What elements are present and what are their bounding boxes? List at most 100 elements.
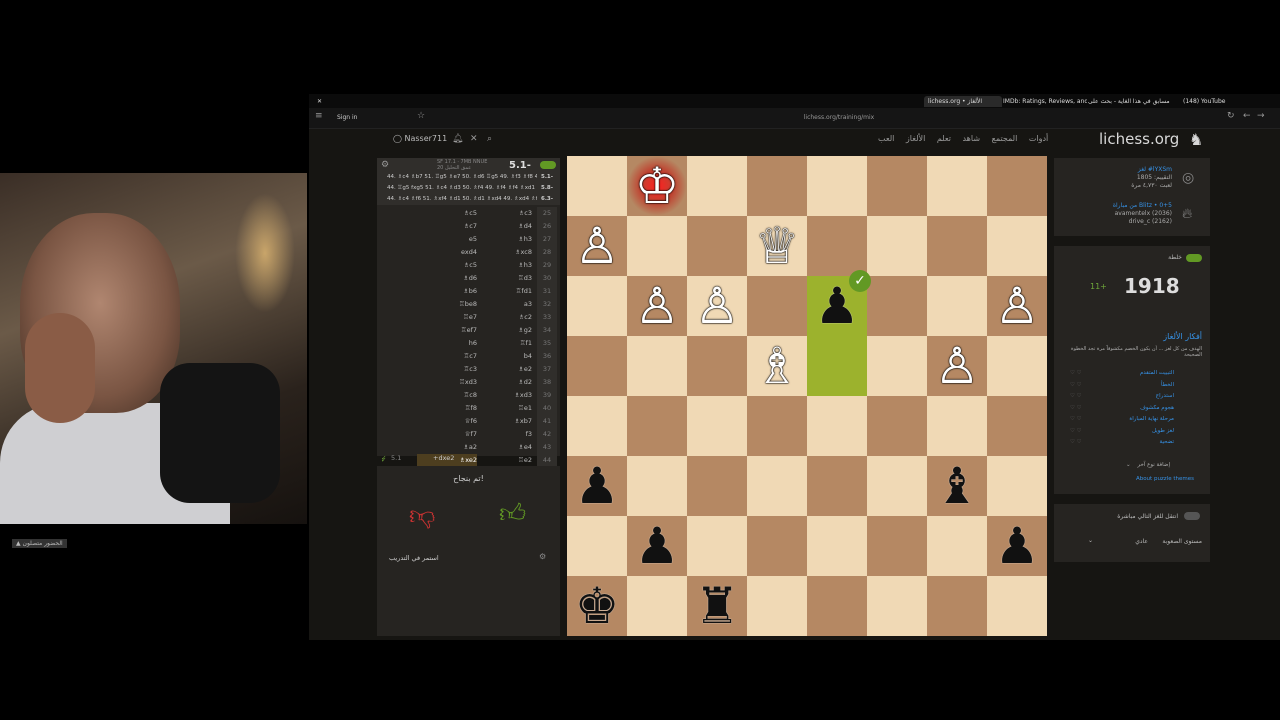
- auto-next-toggle[interactable]: [1184, 512, 1200, 520]
- black-move[interactable]: ♗c3: [477, 207, 532, 220]
- move-row[interactable]: ♖xd3 ♗d2 38: [377, 376, 560, 389]
- square-e1[interactable]: [807, 576, 867, 636]
- close-window-icon[interactable]: ✕: [313, 96, 326, 107]
- move-row[interactable]: ♗d6 ♖d3 30: [377, 272, 560, 285]
- chess-piece-g3[interactable]: ♝: [927, 456, 987, 516]
- puzzle-id[interactable]: لغز #lYXSm: [1138, 166, 1172, 173]
- back-icon[interactable]: ←: [1243, 111, 1251, 121]
- square-g4[interactable]: [927, 396, 987, 456]
- move-row[interactable]: ♕f6 ♗xb7 41: [377, 415, 560, 428]
- white-move[interactable]: ♖f8: [417, 402, 477, 415]
- difficulty-chevron-icon[interactable]: ⌄: [1088, 537, 1093, 544]
- move-row[interactable]: ♗c5 ♗c3 25: [377, 207, 560, 220]
- move-row[interactable]: ♖c8 ♗xd3 39: [377, 389, 560, 402]
- white-move[interactable]: ♖c7: [417, 350, 477, 363]
- white-move[interactable]: ♗c7: [417, 220, 477, 233]
- theme-item[interactable]: مرحلة نهاية المباراة: [1129, 416, 1174, 422]
- square-e7[interactable]: [807, 216, 867, 276]
- tab-lichess[interactable]: lichess.org • الألغاز: [924, 96, 1002, 107]
- vote-icon[interactable]: ♡ ♡: [1070, 439, 1082, 445]
- white-move[interactable]: exd4: [417, 246, 477, 259]
- chess-piece-c1[interactable]: ♜: [687, 576, 747, 636]
- white-move[interactable]: ♖be8: [417, 298, 477, 311]
- square-b1[interactable]: [627, 576, 687, 636]
- square-c2[interactable]: [687, 516, 747, 576]
- move-row[interactable]: ♖c7 b4 36: [377, 350, 560, 363]
- black-move[interactable]: ♗xb7: [477, 415, 532, 428]
- black-move[interactable]: ♗h3: [477, 259, 532, 272]
- square-a8[interactable]: [567, 156, 627, 216]
- chess-piece-d5[interactable]: ♗: [747, 336, 807, 396]
- square-e2[interactable]: [807, 516, 867, 576]
- vote-icon[interactable]: ♡ ♡: [1070, 393, 1082, 399]
- gear-icon[interactable]: ⚙: [381, 160, 389, 170]
- square-f2[interactable]: [867, 516, 927, 576]
- add-theme-select[interactable]: إضافة نوع آخر: [1137, 462, 1170, 468]
- square-b4[interactable]: [627, 396, 687, 456]
- url-field[interactable]: lichess.org/training/mix: [769, 112, 909, 124]
- vote-icon[interactable]: ♡ ♡: [1070, 370, 1082, 376]
- black-move[interactable]: ♗d2: [477, 376, 532, 389]
- engine-toggle[interactable]: [540, 161, 556, 169]
- square-g2[interactable]: [927, 516, 987, 576]
- square-f4[interactable]: [867, 396, 927, 456]
- engine-line[interactable]: 44. ♗c4 ♗b7 51. ♖g5 ♗e7 50. ♗d6 ♖g5 49. …: [377, 172, 560, 183]
- theme-item[interactable]: لغز طويل: [1152, 428, 1174, 434]
- theme-item[interactable]: استدراج: [1156, 393, 1174, 399]
- player-black[interactable]: drive_c (2162): [1129, 218, 1172, 225]
- solution-line[interactable]: ✓ 5.1 +dxe2: [377, 452, 560, 464]
- chess-piece-b8[interactable]: ♔: [627, 156, 687, 216]
- square-g8[interactable]: [927, 156, 987, 216]
- nav-play[interactable]: العب: [878, 134, 894, 143]
- bookmark-icon[interactable]: ☆: [417, 111, 425, 121]
- nav-watch[interactable]: شاهد: [962, 134, 980, 143]
- black-move[interactable]: ♗c2: [477, 311, 532, 324]
- continue-training-button[interactable]: استمر في التدريب: [389, 554, 439, 562]
- square-a4[interactable]: [567, 396, 627, 456]
- square-f5[interactable]: [867, 336, 927, 396]
- chess-piece-h2[interactable]: ♟: [987, 516, 1047, 576]
- white-move[interactable]: ♗c5: [417, 259, 477, 272]
- white-move[interactable]: ♕f7: [417, 428, 477, 441]
- square-e5[interactable]: [807, 336, 867, 396]
- square-e8[interactable]: [807, 156, 867, 216]
- square-g1[interactable]: [927, 576, 987, 636]
- square-c7[interactable]: [687, 216, 747, 276]
- square-d1[interactable]: [747, 576, 807, 636]
- square-h7[interactable]: [987, 216, 1047, 276]
- white-move[interactable]: ♖xd3: [417, 376, 477, 389]
- square-d3[interactable]: [747, 456, 807, 516]
- square-h8[interactable]: [987, 156, 1047, 216]
- square-d4[interactable]: [747, 396, 807, 456]
- square-f1[interactable]: [867, 576, 927, 636]
- chess-piece-a3[interactable]: ♟: [567, 456, 627, 516]
- move-row[interactable]: ♗c7 ♗d4 26: [377, 220, 560, 233]
- square-c8[interactable]: [687, 156, 747, 216]
- move-row[interactable]: ♖be8 a3 32: [377, 298, 560, 311]
- move-row[interactable]: exd4 ♗xc8 28: [377, 246, 560, 259]
- user-menu[interactable]: ◯ Nasser711: [393, 134, 447, 143]
- chess-piece-a7[interactable]: ♙: [567, 216, 627, 276]
- white-move[interactable]: ♕f6: [417, 415, 477, 428]
- site-logo[interactable]: lichess.org: [1099, 130, 1179, 148]
- move-row[interactable]: ♗c5 ♗h3 29: [377, 259, 560, 272]
- chess-piece-d7[interactable]: ♕: [747, 216, 807, 276]
- black-move[interactable]: ♗h3: [477, 233, 532, 246]
- black-move[interactable]: ♗e2: [477, 363, 532, 376]
- white-move[interactable]: ♖c8: [417, 389, 477, 402]
- settings-cog-icon[interactable]: ⚙: [539, 552, 546, 561]
- nav-community[interactable]: المجتمع: [992, 134, 1018, 143]
- square-a6[interactable]: [567, 276, 627, 336]
- square-a5[interactable]: [567, 336, 627, 396]
- square-g7[interactable]: [927, 216, 987, 276]
- square-b7[interactable]: [627, 216, 687, 276]
- forward-icon[interactable]: →: [1257, 111, 1265, 121]
- theme-item[interactable]: هجوم مكشوف: [1140, 405, 1174, 411]
- move-row[interactable]: ♕f7 f3 42: [377, 428, 560, 441]
- move-row[interactable]: ♖e7 ♗c2 33: [377, 311, 560, 324]
- black-move[interactable]: f3: [477, 428, 532, 441]
- theme-item[interactable]: الخطأ: [1161, 382, 1174, 388]
- square-h3[interactable]: [987, 456, 1047, 516]
- tab-youtube[interactable]: (148) YouTube: [1179, 96, 1257, 107]
- theme-item[interactable]: التبييت المتقدم: [1140, 370, 1174, 376]
